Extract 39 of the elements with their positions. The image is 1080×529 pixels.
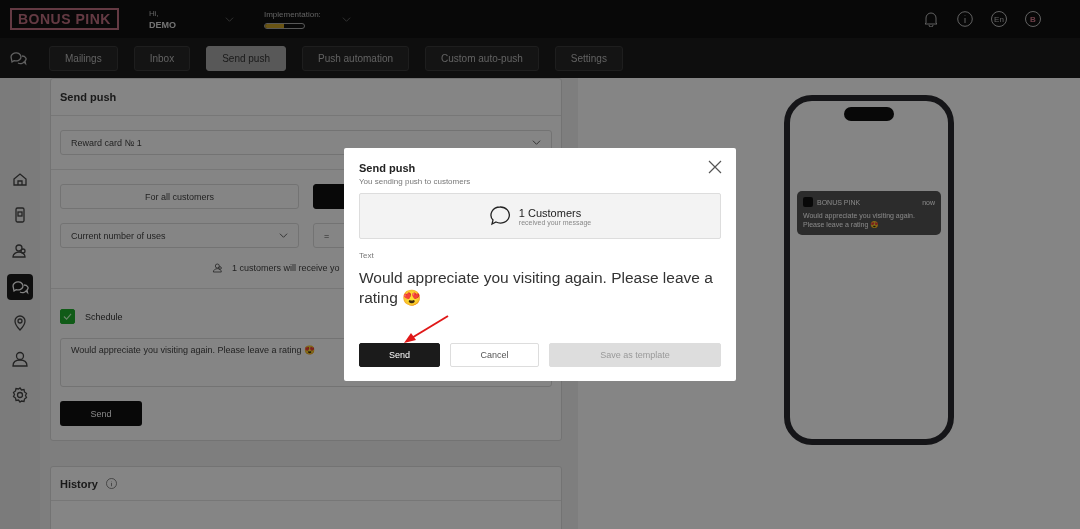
user-name: DEMO — [148, 19, 177, 30]
tab[interactable]: Mailings — [49, 45, 118, 71]
audience-button[interactable]: For all customers — [60, 184, 299, 209]
customers-count: 1 Customers — [518, 206, 583, 219]
tab[interactable]: Push automation — [302, 45, 410, 71]
arrow-annotation — [402, 314, 450, 345]
modal-subtitle: You sending push to customers — [359, 177, 472, 187]
logo: BONUS PINK — [10, 8, 119, 30]
send-button[interactable]: Send — [60, 401, 142, 426]
card-title: Send push — [60, 91, 117, 103]
history-title: History — [60, 477, 98, 490]
tab[interactable]: Settings — [554, 45, 623, 71]
filter-select[interactable]: Current number of uses — [60, 223, 299, 248]
dynamic-island — [844, 107, 894, 121]
schedule-label: Schedule — [85, 311, 123, 322]
tab[interactable]: Inbox — [133, 45, 191, 71]
cancel-button[interactable]: Cancel — [450, 342, 539, 367]
speech-bubble-icon — [488, 205, 511, 228]
send-button[interactable]: Send — [359, 342, 440, 367]
close-icon[interactable] — [708, 160, 722, 175]
schedule-checkbox[interactable] — [60, 309, 75, 324]
greeting: Hi, — [148, 8, 160, 18]
check-icon — [63, 312, 72, 321]
chat-bubbles-icon — [9, 49, 27, 67]
message-preview: Would appreciate you visiting again. Please leave a rating 😍 — [359, 268, 714, 307]
text-label: Text — [359, 251, 375, 261]
chevron-down-icon — [279, 231, 288, 240]
tab[interactable]: Send push — [206, 45, 286, 71]
app-logo-icon — [803, 197, 813, 207]
modal-title: Send push — [359, 162, 416, 175]
customers-icon — [212, 262, 224, 274]
info-icon[interactable] — [957, 11, 973, 27]
recipients-note: 1 customers will receive yo — [232, 263, 340, 273]
chat-bubbles-icon[interactable] — [7, 274, 33, 300]
bell-icon[interactable] — [923, 11, 939, 27]
info-icon[interactable] — [105, 478, 117, 489]
chevron-down-icon — [532, 138, 541, 147]
tab[interactable]: Custom auto-push — [425, 45, 539, 71]
implementation-label: Implementation: — [263, 9, 322, 19]
